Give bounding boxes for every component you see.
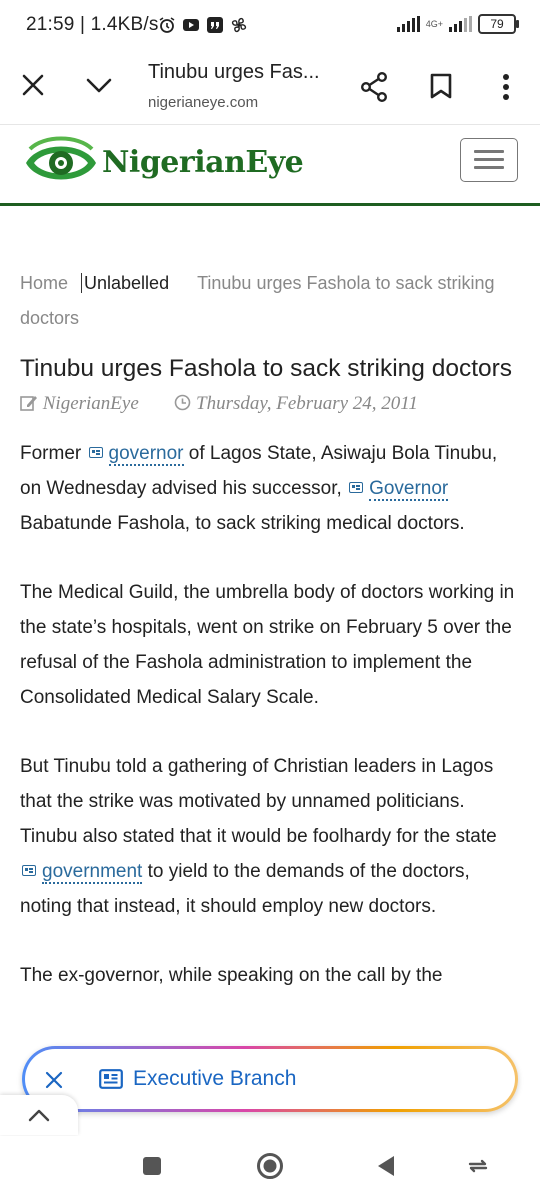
article-author[interactable]: NigerianEye <box>43 393 139 414</box>
network-type: 4G+ <box>425 18 443 29</box>
hamburger-line <box>474 158 504 161</box>
article-meta: NigerianEye Thursday, February 24, 2011 <box>20 393 418 415</box>
text: But Tinubu told a gathering of Christian… <box>20 756 497 847</box>
hamburger-icon <box>474 150 504 153</box>
recents-square-icon[interactable] <box>143 1157 161 1175</box>
newspaper-icon <box>22 865 36 876</box>
more-vert-icon[interactable] <box>502 73 510 101</box>
clock-icon <box>174 394 191 411</box>
quotes-app-icon <box>207 17 223 33</box>
hamburger-line <box>474 166 504 169</box>
article-paragraph: The ex-governor, while speaking on the c… <box>20 965 443 986</box>
text: Former <box>20 443 87 464</box>
clock: 21:59 <box>26 14 75 35</box>
site-header: NigerianEye <box>0 125 540 206</box>
keyword-link-governor-2[interactable]: Governor <box>369 478 449 501</box>
custom-tab-toolbar: Tinubu urges Fas... nigerianeye.com <box>0 52 540 125</box>
back-triangle-icon[interactable] <box>376 1155 396 1177</box>
newspaper-icon <box>99 1069 123 1089</box>
page-url: nigerianeye.com <box>148 94 259 111</box>
text: Babatunde Fashola, to sack striking medi… <box>20 513 465 534</box>
article-body: Former governor of Lagos State, Asiwaju … <box>20 436 522 1027</box>
alarm-icon <box>159 17 175 33</box>
article-paragraph: Former governor of Lagos State, Asiwaju … <box>20 436 522 541</box>
article-paragraph: The Medical Guild, the umbrella body of … <box>20 582 515 708</box>
page-title: Tinubu urges Fas... <box>148 61 320 83</box>
close-icon[interactable] <box>45 1071 63 1089</box>
signal-2-icon <box>449 16 472 32</box>
system-nav-bar <box>0 1136 540 1200</box>
keyword-link-government[interactable]: government <box>42 861 143 884</box>
share-icon[interactable] <box>360 72 388 102</box>
newspaper-icon <box>349 482 364 493</box>
bookmark-icon[interactable] <box>430 73 452 99</box>
rotate-icon[interactable] <box>466 1157 490 1175</box>
edit-icon <box>20 396 37 411</box>
fan-icon <box>231 17 247 33</box>
chevron-down-icon[interactable] <box>86 78 112 94</box>
keyword-link-governor[interactable]: governor <box>108 443 184 466</box>
article-paragraph: But Tinubu told a gathering of Christian… <box>20 749 522 924</box>
youtube-icon <box>183 19 199 31</box>
newspaper-icon <box>88 447 103 458</box>
chevron-up-icon[interactable] <box>28 1108 50 1122</box>
signal-icon <box>396 16 420 32</box>
eye-logo-icon[interactable] <box>24 135 98 191</box>
status-time: 21:59 | 1.4KB/s <box>26 14 159 35</box>
status-indicators: 4G+ 79 <box>396 12 519 36</box>
chip-label[interactable]: Executive Branch <box>133 1067 296 1091</box>
contextual-search-chip[interactable]: Executive Branch <box>22 1046 518 1112</box>
status-bar: 21:59 | 1.4KB/s 4G+ 79 <box>0 0 540 52</box>
article-date: Thursday, February 24, 2011 <box>196 393 418 414</box>
breadcrumb: Home Unlabelled Tinubu urges Fashola to sa… <box>20 266 520 336</box>
article-title: Tinubu urges Fashola to sack striking do… <box>20 355 513 382</box>
site-logo[interactable]: NigerianEye <box>102 145 304 180</box>
battery-icon: 79 <box>478 14 519 34</box>
menu-button[interactable] <box>460 138 518 182</box>
home-circle-icon[interactable] <box>256 1152 284 1180</box>
breadcrumb-home[interactable]: Home <box>20 273 68 293</box>
breadcrumb-category[interactable]: Unlabelled <box>81 273 170 293</box>
network-speed: 1.4KB/s <box>90 14 159 35</box>
expand-handle[interactable] <box>0 1095 78 1135</box>
close-icon[interactable] <box>22 74 44 96</box>
